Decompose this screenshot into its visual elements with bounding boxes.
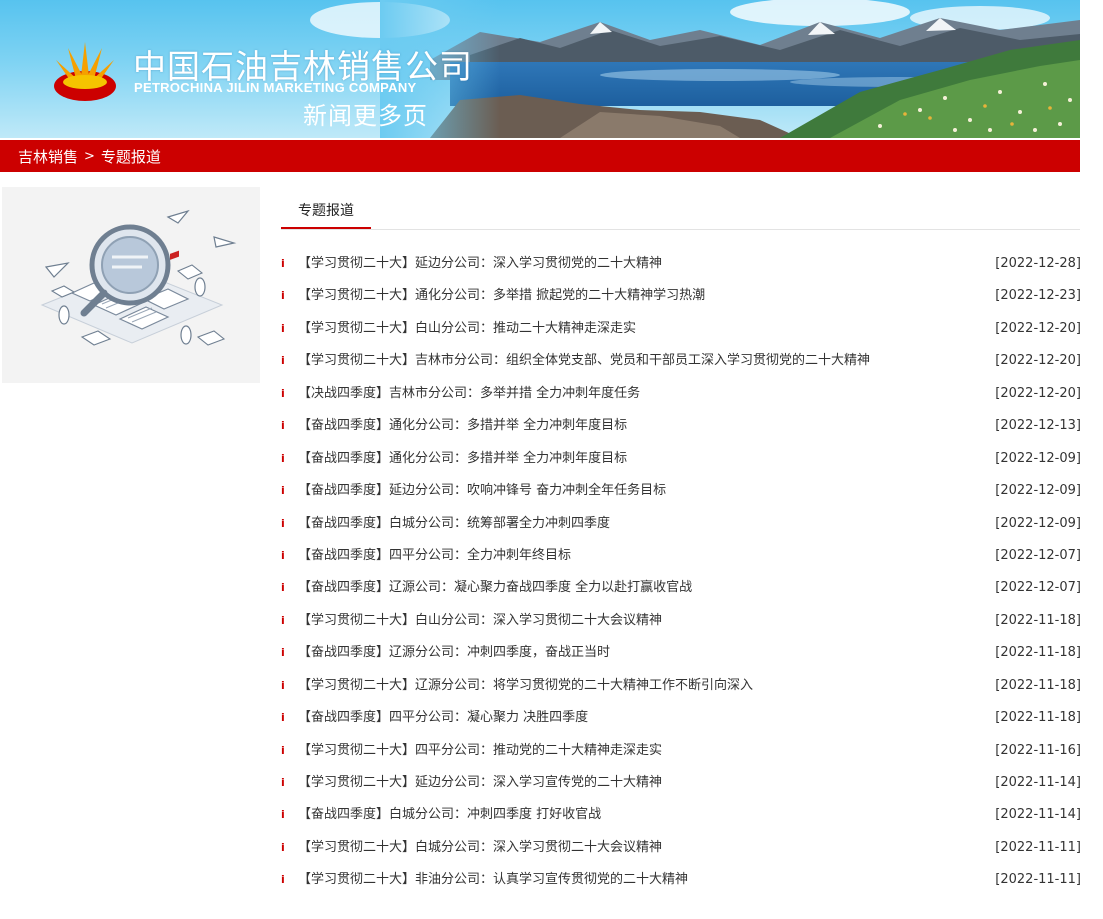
news-title-link[interactable]: 【奋战四季度】辽源公司：凝心聚力奋战四季度 全力以赴打赢收官战 — [298, 572, 692, 604]
list-bullet-icon: i — [281, 321, 285, 335]
list-bullet-icon: i — [281, 678, 285, 692]
news-date: [2022-12-09] — [995, 515, 1081, 531]
list-bullet-icon: i — [281, 776, 285, 789]
news-date: [2022-12-09] — [995, 450, 1081, 466]
list-item[interactable]: i 【决战四季度】吉林市分公司：多举并措 全力冲刺年度任务 [2022-12-20] — [281, 378, 1081, 410]
news-date: [2022-12-07] — [995, 547, 1081, 563]
news-date: [2022-12-20] — [995, 320, 1081, 336]
list-bullet-icon: i — [281, 451, 285, 465]
news-title-link[interactable]: 【奋战四季度】通化分公司：多措并举 全力冲刺年度目标 — [298, 410, 627, 442]
breadcrumb-current-link[interactable]: 专题报道 — [101, 146, 161, 167]
news-title-link[interactable]: 【决战四季度】吉林市分公司：多举并措 全力冲刺年度任务 — [298, 378, 640, 410]
list-item[interactable]: i 【奋战四季度】白城分公司：统筹部署全力冲刺四季度 [2022-12-09] — [281, 508, 1081, 540]
list-bullet-icon: i — [281, 484, 285, 498]
list-item[interactable]: i 【奋战四季度】辽源分公司：冲刺四季度，奋战正当时 [2022-11-18] — [281, 637, 1081, 669]
news-title-link[interactable]: 【奋战四季度】四平分公司：凝心聚力 决胜四季度 — [298, 702, 588, 734]
news-title-link[interactable]: 【奋战四季度】通化分公司：多措并举 全力冲刺年度目标 — [298, 443, 627, 475]
list-bullet-icon: i — [281, 419, 285, 433]
list-bullet-icon: i — [281, 873, 285, 887]
news-title-link[interactable]: 【学习贯彻二十大】吉林市分公司：组织全体党支部、党员和干部员工深入学习贯彻党的二… — [298, 345, 870, 377]
tab-special-reports[interactable]: 专题报道 — [298, 200, 354, 220]
list-item[interactable]: i 【奋战四季度】四平分公司：凝心聚力 决胜四季度 [2022-11-18] — [281, 702, 1081, 734]
news-date: [2022-12-07] — [995, 580, 1081, 596]
news-title-link[interactable]: 【学习贯彻二十大】白城分公司：深入学习贯彻二十大会议精神 — [298, 832, 662, 864]
news-title-link[interactable]: 【学习贯彻二十大】四平分公司：推动党的二十大精神走深走实 — [298, 735, 662, 767]
magnifier-documents-illustration — [40, 209, 237, 346]
list-item[interactable]: i 【学习贯彻二十大】延边分公司：深入学习贯彻党的二十大精神 [2022-12-28… — [281, 248, 1081, 280]
news-title-link[interactable]: 【学习贯彻二十大】延边分公司：深入学习宣传党的二十大精神 — [298, 767, 662, 799]
list-item[interactable]: i 【学习贯彻二十大】四平分公司：推动党的二十大精神走深走实 [2022-11-16… — [281, 735, 1081, 767]
news-date: [2022-11-14] — [995, 807, 1081, 823]
list-bullet-icon: i — [281, 711, 285, 725]
news-title-link[interactable]: 【学习贯彻二十大】延边分公司：深入学习贯彻党的二十大精神 — [298, 248, 662, 280]
list-bullet-icon: i — [281, 743, 285, 757]
list-bullet-icon: i — [281, 257, 285, 270]
header-banner: 中国石油吉林销售公司 PETROCHINA JILIN MARKETING CO… — [0, 0, 1080, 138]
news-title-link[interactable]: 【奋战四季度】白城分公司：冲刺四季度 打好收官战 — [298, 799, 601, 831]
news-title-link[interactable]: 【奋战四季度】辽源分公司：冲刺四季度，奋战正当时 — [298, 637, 610, 669]
petrochina-logo-icon — [54, 42, 116, 101]
news-title-link[interactable]: 【学习贯彻二十大】白山分公司：推动二十大精神走深走实 — [298, 313, 636, 345]
news-title-link[interactable]: 【奋战四季度】四平分公司：全力冲刺年终目标 — [298, 540, 571, 572]
news-title-link[interactable]: 【奋战四季度】白城分公司：统筹部署全力冲刺四季度 — [298, 508, 610, 540]
list-bullet-icon: i — [281, 516, 285, 530]
list-bullet-icon: i — [281, 548, 285, 562]
news-date: [2022-12-13] — [995, 418, 1081, 434]
list-bullet-icon: i — [281, 354, 285, 368]
list-bullet-icon: i — [281, 581, 285, 595]
news-date: [2022-11-18] — [995, 677, 1081, 693]
list-bullet-icon: i — [281, 386, 285, 400]
list-item[interactable]: i 【学习贯彻二十大】白山分公司：推动二十大精神走深走实 [2022-12-20] — [281, 313, 1081, 345]
news-title-link[interactable]: 【学习贯彻二十大】非油分公司：认真学习宣传贯彻党的二十大精神 — [298, 864, 688, 896]
news-title-link[interactable]: 【奋战四季度】延边分公司：吹响冲锋号 奋力冲刺全年任务目标 — [298, 475, 666, 507]
list-item[interactable]: i 【奋战四季度】白城分公司：冲刺四季度 打好收官战 [2022-11-14] — [281, 799, 1081, 831]
list-bullet-icon: i — [281, 840, 285, 854]
news-date: [2022-12-28] — [995, 256, 1081, 271]
news-date: [2022-11-14] — [995, 775, 1081, 790]
list-item[interactable]: i 【学习贯彻二十大】通化分公司：多举措 掀起党的二十大精神学习热潮 [2022-1… — [281, 280, 1081, 312]
news-date: [2022-11-11] — [995, 872, 1081, 888]
news-date: [2022-12-09] — [995, 483, 1081, 499]
news-date: [2022-11-18] — [995, 612, 1081, 628]
list-bullet-icon: i — [281, 613, 285, 627]
news-title-link[interactable]: 【学习贯彻二十大】辽源分公司：将学习贯彻党的二十大精神工作不断引向深入 — [298, 670, 753, 702]
tab-active-indicator — [281, 227, 371, 229]
news-title-link[interactable]: 【学习贯彻二十大】白山分公司：深入学习贯彻二十大会议精神 — [298, 605, 662, 637]
page-subtitle: 新闻更多页 — [303, 102, 428, 130]
breadcrumb-home-link[interactable]: 吉林销售 — [18, 146, 78, 167]
news-date: [2022-12-20] — [995, 353, 1081, 369]
list-item[interactable]: i 【学习贯彻二十大】非油分公司：认真学习宣传贯彻党的二十大精神 [2022-11-… — [281, 864, 1081, 896]
list-item[interactable]: i 【奋战四季度】四平分公司：全力冲刺年终目标 [2022-12-07] — [281, 540, 1081, 572]
list-item[interactable]: i 【学习贯彻二十大】白山分公司：深入学习贯彻二十大会议精神 [2022-11-18… — [281, 605, 1081, 637]
list-item[interactable]: i 【学习贯彻二十大】白城分公司：深入学习贯彻二十大会议精神 [2022-11-11… — [281, 832, 1081, 864]
news-date: [2022-12-20] — [995, 385, 1081, 401]
breadcrumb-separator: > — [84, 148, 95, 164]
list-item[interactable]: i 【学习贯彻二十大】吉林市分公司：组织全体党支部、党员和干部员工深入学习贯彻党的… — [281, 345, 1081, 377]
sidebar-illustration — [2, 187, 260, 383]
list-item[interactable]: i 【奋战四季度】通化分公司：多措并举 全力冲刺年度目标 [2022-12-09] — [281, 443, 1081, 475]
list-bullet-icon: i — [281, 646, 285, 660]
news-date: [2022-11-11] — [995, 839, 1081, 855]
news-date: [2022-11-18] — [995, 710, 1081, 726]
list-item[interactable]: i 【学习贯彻二十大】辽源分公司：将学习贯彻党的二十大精神工作不断引向深入 [202… — [281, 670, 1081, 702]
news-date: [2022-11-16] — [995, 742, 1081, 758]
breadcrumb: 吉林销售 > 专题报道 — [0, 140, 1080, 172]
section-header: 专题报道 — [281, 186, 1080, 230]
company-name-en: PETROCHINA JILIN MARKETING COMPANY — [134, 80, 417, 95]
news-list: i 【学习贯彻二十大】延边分公司：深入学习贯彻党的二十大精神 [2022-12-28… — [281, 248, 1081, 897]
list-bullet-icon: i — [281, 289, 285, 303]
list-item[interactable]: i 【奋战四季度】通化分公司：多措并举 全力冲刺年度目标 [2022-12-13] — [281, 410, 1081, 442]
list-item[interactable]: i 【奋战四季度】延边分公司：吹响冲锋号 奋力冲刺全年任务目标 [2022-12-0… — [281, 475, 1081, 507]
news-date: [2022-12-23] — [995, 288, 1081, 304]
news-date: [2022-11-18] — [995, 645, 1081, 661]
list-bullet-icon: i — [281, 808, 285, 822]
list-item[interactable]: i 【奋战四季度】辽源公司：凝心聚力奋战四季度 全力以赴打赢收官战 [2022-12… — [281, 572, 1081, 604]
news-title-link[interactable]: 【学习贯彻二十大】通化分公司：多举措 掀起党的二十大精神学习热潮 — [298, 280, 705, 312]
list-item[interactable]: i 【学习贯彻二十大】延边分公司：深入学习宣传党的二十大精神 [2022-11-14… — [281, 767, 1081, 799]
